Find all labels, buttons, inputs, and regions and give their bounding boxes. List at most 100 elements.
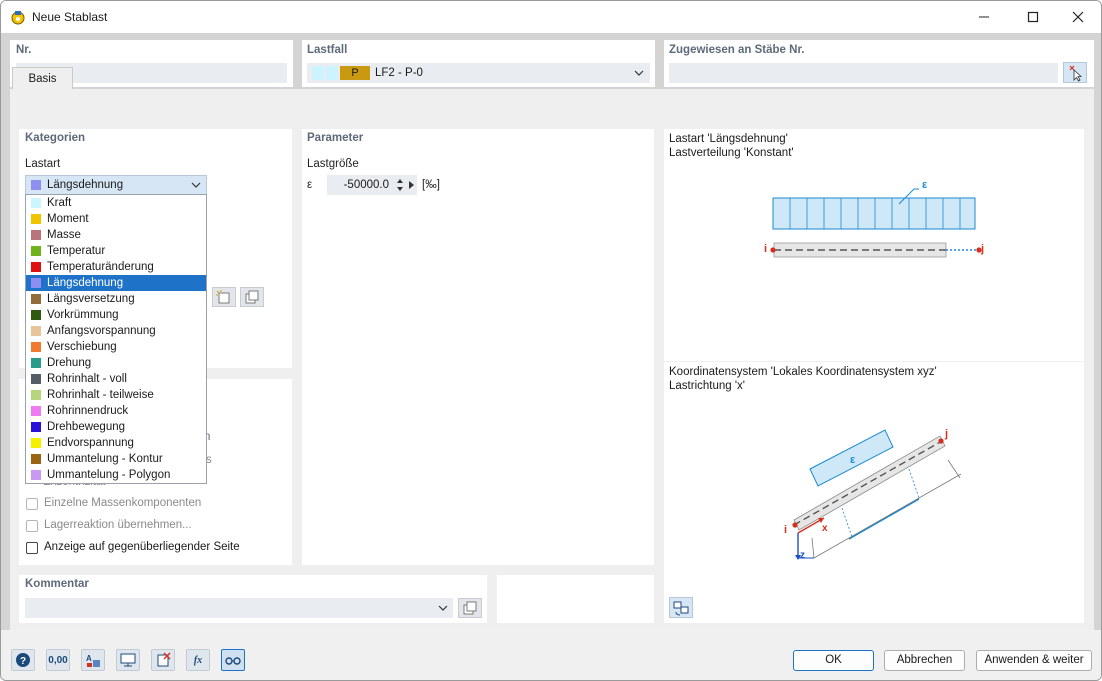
dropdown-option[interactable]: Drehung bbox=[26, 355, 206, 371]
option-color-swatch bbox=[31, 278, 41, 288]
dropdown-option[interactable]: Temperaturänderung bbox=[26, 259, 206, 275]
lastart-selected-value: Längsdehnung bbox=[47, 179, 124, 191]
apply-continue-button[interactable]: Anwenden & weiter bbox=[976, 650, 1092, 671]
dim-line-1 bbox=[841, 507, 853, 538]
window-title: Neue Stablast bbox=[32, 10, 108, 24]
option-label: Rohrinhalt - voll bbox=[47, 373, 127, 385]
close-icon[interactable] bbox=[1063, 7, 1093, 27]
option-color-swatch bbox=[31, 214, 41, 224]
option-label: Temperatur bbox=[47, 245, 106, 257]
dropdown-option[interactable]: Rohrinnendruck bbox=[26, 403, 206, 419]
eps-label: ε bbox=[850, 454, 856, 466]
dropdown-option[interactable]: Masse bbox=[26, 227, 206, 243]
new-item-icon bbox=[216, 290, 230, 304]
minimize-icon[interactable] bbox=[969, 7, 999, 27]
tab-basis[interactable]: Basis bbox=[12, 67, 73, 89]
node-j-label: j bbox=[945, 428, 949, 440]
option-label: Moment bbox=[47, 213, 89, 225]
display-button[interactable] bbox=[116, 649, 140, 671]
option-label: Kraft bbox=[47, 197, 72, 209]
zugewiesen-field[interactable] bbox=[669, 63, 1058, 83]
option-label: Verschiebung bbox=[47, 341, 117, 353]
decimal-icon: 0,00 bbox=[48, 654, 68, 666]
axis-z-label: z bbox=[800, 550, 805, 561]
epsilon-symbol: ε bbox=[307, 179, 313, 191]
spinner-icon[interactable] bbox=[396, 177, 404, 193]
lastfall-color-1 bbox=[312, 66, 324, 80]
decimal-places-button[interactable]: 0,00 bbox=[46, 649, 70, 671]
einzelne-massenkomponenten-label: Einzelne Massenkomponenten bbox=[44, 497, 202, 509]
new-item-button[interactable] bbox=[212, 287, 236, 307]
dropdown-option[interactable]: Verschiebung bbox=[26, 339, 206, 355]
anzeige-gegenueber-checkbox[interactable] bbox=[26, 542, 38, 554]
lagerreaktion-checkbox[interactable] bbox=[26, 520, 38, 532]
node-i-dot bbox=[792, 522, 798, 528]
dropdown-option[interactable]: Temperatur bbox=[26, 243, 206, 259]
axis-x-label: x bbox=[822, 523, 828, 534]
option-color-swatch bbox=[31, 230, 41, 240]
option-color-swatch bbox=[31, 374, 41, 384]
option-color-swatch bbox=[31, 246, 41, 256]
parameter-title: Parameter bbox=[307, 132, 364, 144]
epsilon-input[interactable]: -50000.0 bbox=[327, 175, 417, 195]
dropdown-option[interactable]: Rohrinhalt - voll bbox=[26, 371, 206, 387]
dropdown-option[interactable]: Rohrinhalt - teilweise bbox=[26, 387, 206, 403]
cancel-button[interactable]: Abbrechen bbox=[884, 650, 965, 671]
lastfall-panel: Lastfall P LF2 - P-0 bbox=[302, 40, 655, 87]
chevron-right-icon[interactable] bbox=[408, 180, 415, 190]
delete-selection-button[interactable] bbox=[151, 649, 175, 671]
lastfall-badge: P bbox=[340, 66, 370, 80]
node-j-dot bbox=[938, 438, 944, 444]
dropdown-option[interactable]: Drehbewegung bbox=[26, 419, 206, 435]
node-i-label: i bbox=[764, 243, 768, 255]
node-i-dot bbox=[770, 247, 776, 253]
dropdown-option[interactable]: Endvorspannung bbox=[26, 435, 206, 451]
option-color-swatch bbox=[31, 390, 41, 400]
einzelne-massenkomponenten-checkbox[interactable] bbox=[26, 498, 38, 510]
maximize-icon[interactable] bbox=[1018, 7, 1048, 27]
dropdown-option[interactable]: Längsversetzung bbox=[26, 291, 206, 307]
eps-label: ε bbox=[922, 179, 928, 191]
fx-icon: fx bbox=[193, 654, 203, 666]
dropdown-option[interactable]: Kraft bbox=[26, 195, 206, 211]
dimension-line bbox=[813, 473, 962, 559]
preview-coord-panel: Koordinatensystem 'Lokales Koordinatensy… bbox=[664, 362, 1084, 623]
chevron-down-icon bbox=[634, 70, 644, 76]
kommentar-library-button[interactable] bbox=[458, 598, 482, 618]
chevron-down-icon bbox=[191, 182, 201, 188]
kommentar-panel: Kommentar bbox=[19, 575, 487, 623]
dropdown-option[interactable]: Moment bbox=[26, 211, 206, 227]
view-settings-button[interactable] bbox=[221, 649, 245, 671]
help-icon: ? bbox=[16, 653, 30, 667]
formula-button[interactable]: fx bbox=[186, 649, 210, 671]
dropdown-option[interactable]: Ummantelung - Kontur bbox=[26, 451, 206, 467]
dropdown-option[interactable]: Längsdehnung bbox=[26, 275, 206, 291]
empty-panel bbox=[497, 575, 654, 623]
select-members-button[interactable] bbox=[1063, 62, 1087, 83]
zugewiesen-label: Zugewiesen an Stäbe Nr. bbox=[669, 44, 805, 56]
svg-text:A: A bbox=[86, 654, 92, 663]
kategorien-title: Kategorien bbox=[25, 132, 86, 144]
coordinate-diagram bbox=[792, 429, 962, 560]
ok-button[interactable]: OK bbox=[793, 650, 874, 671]
dropdown-option[interactable]: Anfangsvorspannung bbox=[26, 323, 206, 339]
svg-text:?: ? bbox=[20, 656, 26, 667]
title-bar: Neue Stablast bbox=[1, 1, 1101, 33]
preview-settings-button[interactable] bbox=[669, 597, 693, 618]
dropdown-option[interactable]: Ummantelung - Polygon bbox=[26, 467, 206, 483]
copy-item-icon bbox=[245, 290, 259, 304]
dropdown-option[interactable]: Vorkrümmung bbox=[26, 307, 206, 323]
option-color-swatch bbox=[31, 294, 41, 304]
node-j-label: j bbox=[981, 243, 985, 255]
copy-item-button[interactable] bbox=[240, 287, 264, 307]
option-color-swatch bbox=[31, 310, 41, 320]
kommentar-input[interactable] bbox=[25, 598, 453, 618]
lastart-select[interactable]: Längsdehnung bbox=[25, 175, 207, 195]
option-color-swatch bbox=[31, 326, 41, 336]
option-label: Drehbewegung bbox=[47, 421, 126, 433]
lastfall-select[interactable]: P LF2 - P-0 bbox=[307, 63, 650, 83]
dim-line-2 bbox=[908, 468, 920, 499]
units-button[interactable]: A bbox=[81, 649, 105, 671]
option-label: Ummantelung - Kontur bbox=[47, 453, 163, 465]
help-button[interactable]: ? bbox=[11, 649, 35, 671]
